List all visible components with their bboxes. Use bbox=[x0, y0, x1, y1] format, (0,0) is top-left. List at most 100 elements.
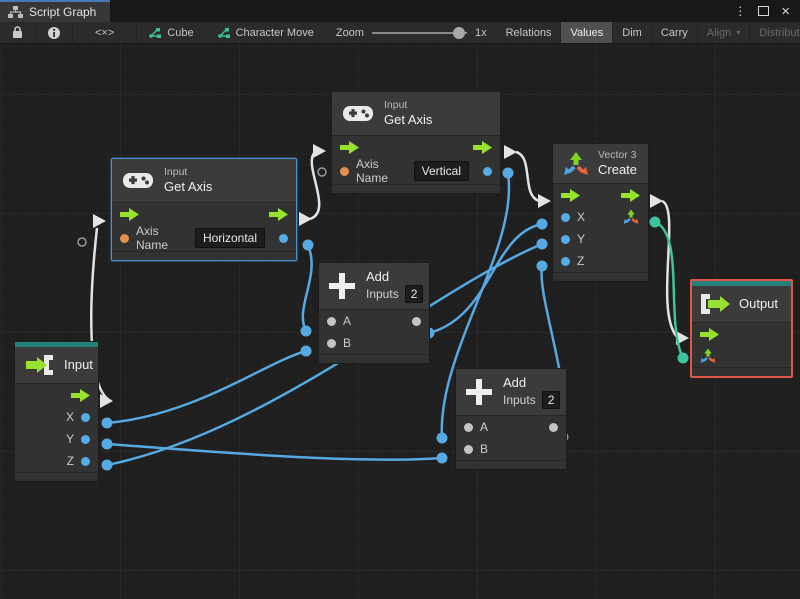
gamepad-icon bbox=[123, 173, 153, 189]
breadcrumb-character-move[interactable]: Character Move bbox=[206, 22, 326, 43]
node-subtitle: Vector 3 bbox=[598, 149, 637, 161]
graph-canvas[interactable]: Input X Y Z Input Get Axis Axis Name Hor… bbox=[0, 44, 800, 599]
node-add-2[interactable]: Add Inputs 2 A B bbox=[455, 368, 567, 471]
node-vector3-create[interactable]: Vector 3 Create X Y Z bbox=[552, 143, 649, 283]
flow-arrowhead bbox=[538, 194, 551, 208]
port-sum-out[interactable] bbox=[549, 422, 558, 432]
breadcrumb-cube[interactable]: Cube bbox=[137, 22, 205, 43]
port-y-in[interactable] bbox=[561, 234, 570, 244]
add-icon bbox=[329, 273, 355, 300]
zoom-label: Zoom bbox=[335, 26, 364, 39]
node-footer bbox=[553, 272, 648, 281]
axis-name-field[interactable]: Horizontal bbox=[194, 228, 265, 249]
inputs-label: Inputs bbox=[366, 286, 399, 301]
lock-button[interactable] bbox=[0, 22, 36, 43]
add-icon bbox=[466, 379, 492, 406]
distribute-dropdown[interactable]: Distribute▾ bbox=[750, 22, 800, 43]
port-b-in[interactable] bbox=[327, 338, 336, 348]
flow-arrowhead bbox=[313, 144, 326, 158]
node-get-axis-horizontal[interactable]: Input Get Axis Axis Name Horizontal bbox=[111, 158, 297, 262]
flow-arrowhead bbox=[93, 214, 106, 228]
flow-out-port[interactable] bbox=[269, 207, 288, 221]
flow-arrowhead bbox=[504, 145, 517, 159]
connection-input-x-to-add1-b[interactable] bbox=[106, 349, 307, 425]
connection-getaxis-v-to-vector3[interactable] bbox=[515, 150, 540, 203]
flow-arrowhead bbox=[100, 394, 113, 408]
zoom-slider[interactable] bbox=[371, 26, 467, 39]
flow-out-port[interactable] bbox=[473, 140, 492, 154]
port-label: Y bbox=[65, 432, 74, 446]
port-label: Z bbox=[577, 254, 585, 269]
port-axis-name-in[interactable] bbox=[120, 233, 129, 243]
port-label: X bbox=[577, 210, 586, 225]
port-label: Z bbox=[66, 454, 74, 468]
vector3-result-port[interactable] bbox=[623, 209, 640, 225]
port-b-in[interactable] bbox=[464, 444, 473, 454]
tab-title: Script Graph bbox=[29, 5, 97, 19]
flow-in-port[interactable] bbox=[561, 188, 580, 202]
flow-in-port[interactable] bbox=[340, 140, 359, 154]
port-value-out[interactable] bbox=[483, 166, 492, 176]
port-axis-name-in[interactable] bbox=[340, 166, 349, 176]
code-view-button[interactable]: <×> bbox=[73, 22, 138, 43]
tab-script-graph[interactable]: Script Graph bbox=[0, 0, 111, 22]
node-title: Get Axis bbox=[164, 179, 213, 195]
port-label: B bbox=[343, 336, 352, 351]
breadcrumb-label: Cube bbox=[167, 26, 194, 39]
info-button[interactable] bbox=[36, 22, 73, 43]
node-title: Output bbox=[739, 295, 779, 311]
graph-icon bbox=[149, 26, 162, 39]
flow-arrowhead bbox=[299, 212, 312, 226]
port-z-in[interactable] bbox=[561, 256, 570, 266]
flow-in-port[interactable] bbox=[120, 207, 139, 221]
node-output-event[interactable]: Output bbox=[690, 279, 793, 378]
close-icon[interactable]: × bbox=[781, 4, 790, 19]
port-z-out[interactable] bbox=[81, 456, 90, 466]
port-a-in[interactable] bbox=[464, 422, 473, 432]
connection-getaxis-h-to-add1-a[interactable] bbox=[301, 244, 313, 332]
input-event-icon bbox=[26, 355, 53, 375]
flow-out-port[interactable] bbox=[71, 388, 90, 402]
port-label: A bbox=[480, 420, 489, 435]
dim-button[interactable]: Dim bbox=[613, 22, 652, 43]
node-add-1[interactable]: Add Inputs 2 A B bbox=[318, 262, 430, 365]
window-menu-icon[interactable]: ⋮ bbox=[734, 4, 746, 18]
node-title: Add bbox=[503, 375, 527, 390]
port-y-out[interactable] bbox=[81, 434, 90, 444]
connection-getaxis-h-to-getaxis-v[interactable] bbox=[309, 151, 321, 221]
zoom-slider-thumb[interactable] bbox=[452, 26, 465, 39]
output-event-icon bbox=[701, 294, 730, 314]
port-a-in[interactable] bbox=[327, 316, 336, 326]
port-x-in[interactable] bbox=[561, 212, 570, 222]
node-input-event[interactable]: Input X Y Z bbox=[14, 341, 99, 482]
port-label: Axis Name bbox=[356, 157, 389, 186]
window-tab-bar: Script Graph ⋮ × bbox=[0, 0, 800, 22]
chevron-down-icon: ▾ bbox=[736, 28, 741, 37]
align-dropdown[interactable]: Align ▾ bbox=[698, 22, 751, 43]
port-label: A bbox=[343, 314, 352, 329]
carry-button[interactable]: Carry bbox=[652, 22, 698, 43]
node-footer bbox=[332, 184, 500, 193]
unconnected-socket bbox=[77, 237, 87, 247]
unconnected-socket bbox=[317, 167, 327, 177]
vector3-icon bbox=[564, 151, 588, 175]
inputs-count-field[interactable]: 2 bbox=[541, 391, 561, 410]
relations-button[interactable]: Relations bbox=[497, 22, 562, 43]
flow-in-port[interactable] bbox=[700, 327, 719, 341]
flow-arrowhead bbox=[650, 194, 663, 208]
script-graph-hierarchy-icon bbox=[8, 5, 23, 19]
node-footer bbox=[456, 460, 566, 469]
port-x-out[interactable] bbox=[81, 412, 90, 422]
vector3-value-port[interactable] bbox=[700, 348, 717, 364]
values-button[interactable]: Values bbox=[561, 22, 614, 43]
zoom-value: 1x bbox=[474, 26, 487, 39]
axis-name-field[interactable]: Vertical bbox=[413, 161, 469, 182]
node-title: Create bbox=[598, 162, 638, 178]
port-value-out[interactable] bbox=[279, 233, 288, 243]
node-footer bbox=[112, 251, 296, 260]
port-sum-out[interactable] bbox=[412, 316, 421, 326]
inputs-count-field[interactable]: 2 bbox=[404, 285, 424, 304]
node-get-axis-vertical[interactable]: Input Get Axis Axis Name Vertical bbox=[331, 91, 501, 195]
maximize-icon[interactable] bbox=[758, 6, 770, 16]
flow-out-port[interactable] bbox=[621, 188, 640, 202]
